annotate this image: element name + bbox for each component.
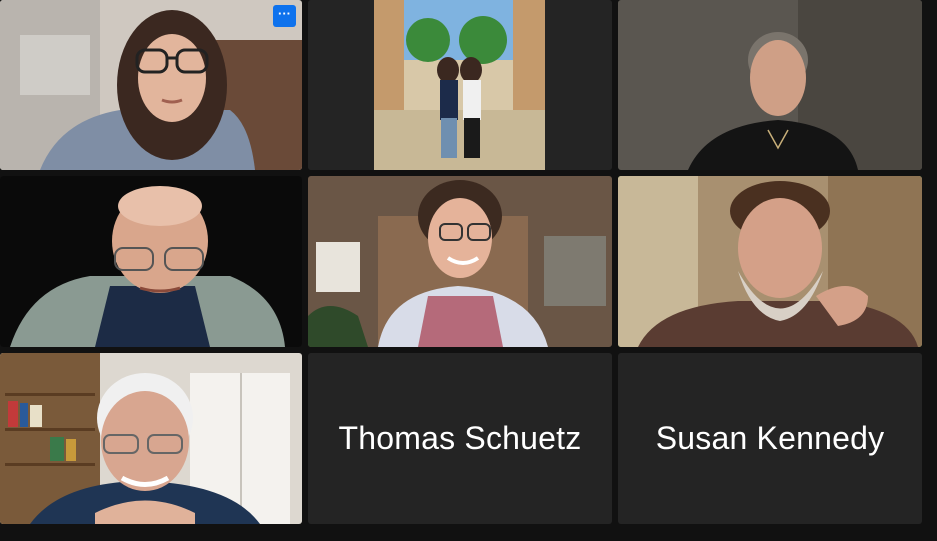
more-options-button[interactable]: ··· <box>273 5 296 27</box>
participant-video-tile[interactable] <box>308 0 612 170</box>
participant-video-feed <box>308 176 612 347</box>
participant-name-tile[interactable]: Thomas Schuetz <box>308 353 612 524</box>
participant-photo-feed <box>308 0 612 170</box>
participant-name: Susan Kennedy <box>655 420 885 456</box>
participant-video-tile-active-speaker[interactable] <box>618 176 922 347</box>
participant-video-tile[interactable]: ··· <box>0 0 302 170</box>
participant-name: Thomas Schuetz <box>338 420 582 456</box>
participant-video-feed <box>618 176 922 347</box>
participant-video-tile[interactable] <box>618 0 922 170</box>
gallery-view: ··· Thomas Schuetz Susan Kennedy <box>0 0 937 541</box>
participant-name-tile[interactable]: Susan Kennedy <box>618 353 922 524</box>
participant-video-tile[interactable] <box>308 176 612 347</box>
participant-video-feed <box>0 353 302 524</box>
participant-video-feed <box>0 176 302 347</box>
participant-video-tile[interactable] <box>0 176 302 347</box>
participant-video-tile[interactable] <box>0 353 302 524</box>
participant-video-feed <box>0 0 302 170</box>
participant-video-feed <box>618 0 922 170</box>
